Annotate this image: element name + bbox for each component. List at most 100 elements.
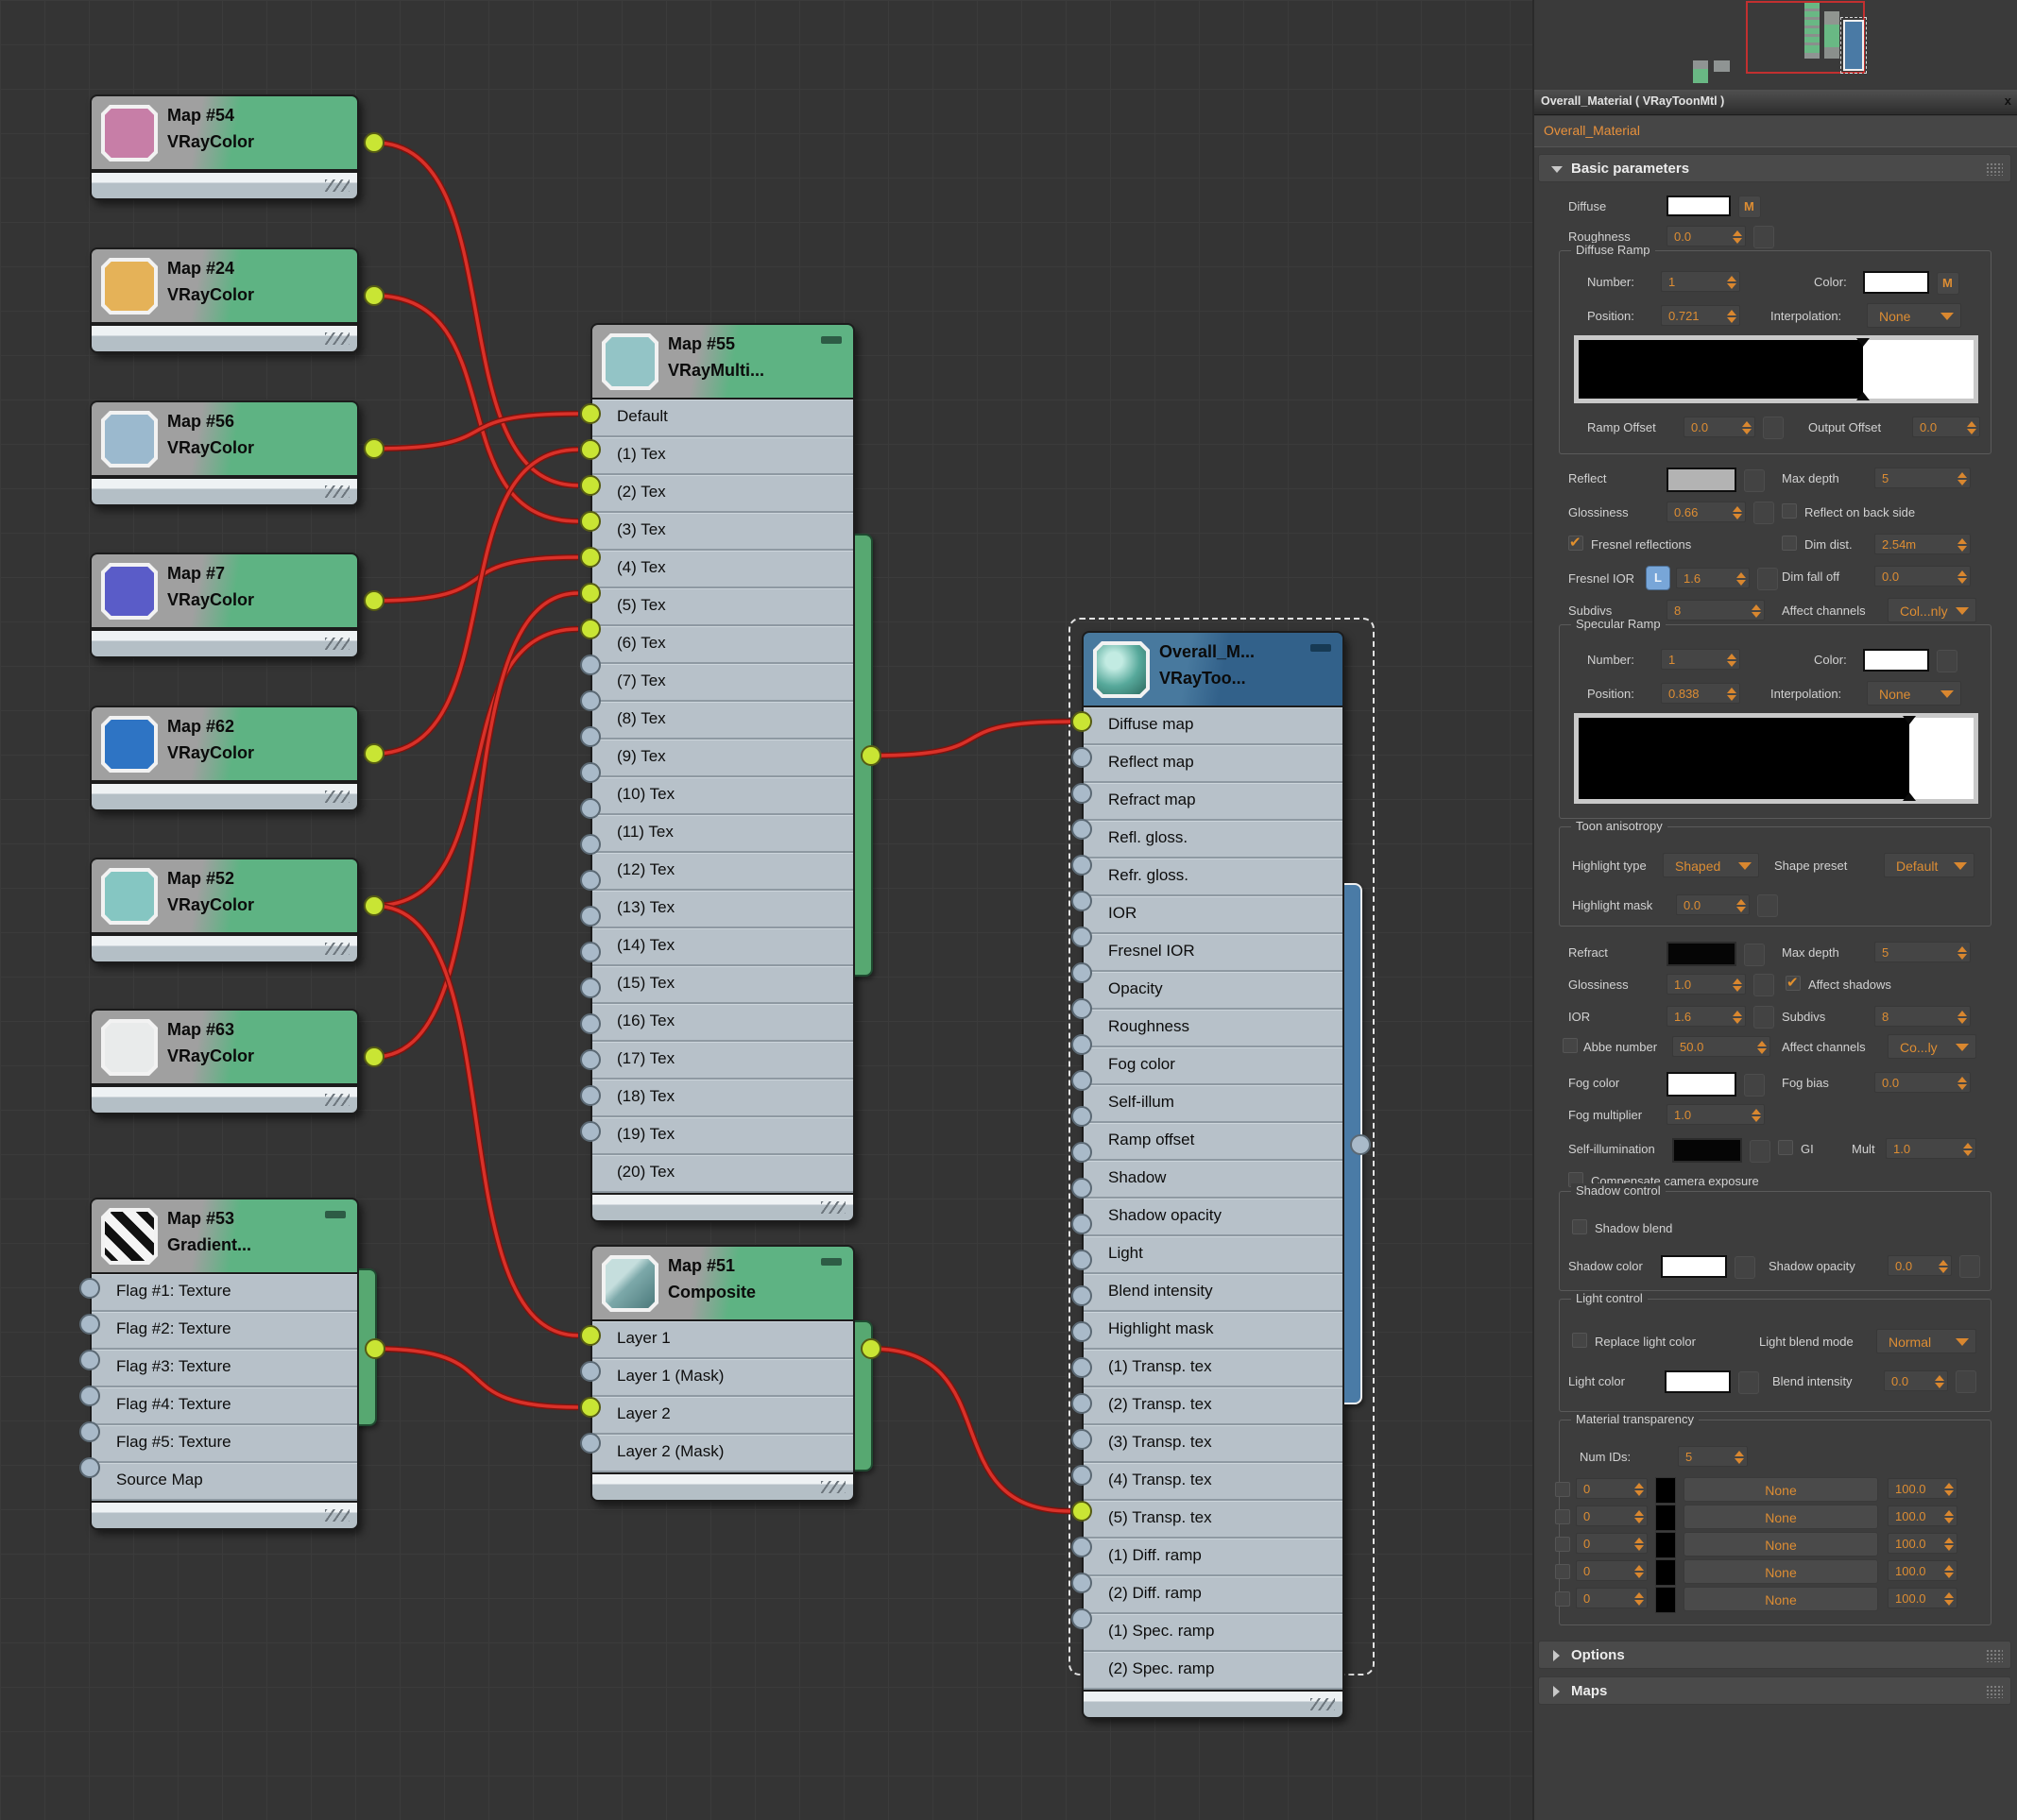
input-socket[interactable]	[580, 583, 601, 604]
node-input-row[interactable]: (18) Tex	[592, 1080, 853, 1117]
node-input-row[interactable]: (4) Tex	[592, 551, 853, 588]
input-socket[interactable]	[1071, 1429, 1092, 1450]
ramp-offset-spinner[interactable]: 0.0	[1684, 417, 1755, 437]
node-resize-bar[interactable]	[590, 1472, 855, 1502]
node-input-row[interactable]: (2) Transp. tex	[1084, 1387, 1342, 1425]
fog-bias-spinner[interactable]: 0.0	[1874, 1072, 1971, 1093]
input-socket[interactable]	[1071, 1250, 1092, 1270]
node-input-row[interactable]: (5) Tex	[592, 588, 853, 626]
node-input-row[interactable]: Refl. gloss.	[1084, 821, 1342, 859]
output-socket[interactable]	[364, 895, 385, 916]
fresnel-ior-map-button[interactable]	[1757, 568, 1778, 590]
node-input-row[interactable]: (4) Transp. tex	[1084, 1463, 1342, 1501]
highlight-mask-spinner[interactable]: 0.0	[1676, 894, 1750, 915]
transparency-color-swatch[interactable]	[1655, 1559, 1676, 1586]
transparency-amount-spinner[interactable]: 100.0	[1888, 1560, 1957, 1581]
transparency-row-checkbox[interactable]	[1555, 1591, 1570, 1607]
input-socket[interactable]	[580, 1325, 601, 1346]
transparency-row-checkbox[interactable]	[1555, 1564, 1570, 1579]
input-socket[interactable]	[1071, 747, 1092, 768]
node-input-row[interactable]: (16) Tex	[592, 1004, 853, 1042]
subdivs-spinner[interactable]: 8	[1667, 600, 1765, 621]
node-vraycolor[interactable]: Map #24VRayColor	[90, 247, 359, 353]
input-socket[interactable]	[1071, 1178, 1092, 1199]
node-input-row[interactable]: Layer 1	[592, 1321, 853, 1359]
roughness-map-button[interactable]	[1753, 226, 1774, 248]
node-input-row[interactable]: Refr. gloss.	[1084, 859, 1342, 896]
fog-color-swatch[interactable]	[1667, 1072, 1736, 1097]
output-socket[interactable]	[364, 590, 385, 611]
node-input-row[interactable]: Shadow opacity	[1084, 1199, 1342, 1236]
node-resize-bar[interactable]	[90, 324, 359, 353]
affect-channels-dropdown[interactable]: Col...nly	[1888, 598, 1976, 622]
reflect-map-button[interactable]	[1744, 469, 1765, 492]
input-socket[interactable]	[580, 762, 601, 783]
shadow-color-map-button[interactable]	[1735, 1256, 1755, 1279]
node-input-row[interactable]: (1) Tex	[592, 437, 853, 475]
input-socket[interactable]	[580, 1433, 601, 1454]
reflect-color-swatch[interactable]	[1667, 468, 1736, 492]
input-socket[interactable]	[580, 547, 601, 568]
fresnel-ior-lock-button[interactable]: L	[1646, 566, 1670, 590]
shape-preset-dropdown[interactable]: Default	[1884, 853, 1974, 877]
rollout-maps[interactable]: Maps	[1538, 1676, 2011, 1705]
refract-map-button[interactable]	[1744, 944, 1765, 966]
close-icon[interactable]: x	[2005, 94, 2011, 108]
resize-grip-icon[interactable]	[325, 1509, 350, 1522]
resize-grip-icon[interactable]	[325, 332, 350, 345]
input-socket[interactable]	[1071, 1393, 1092, 1414]
refract-affect-channels-dropdown[interactable]: Co...ly	[1888, 1034, 1976, 1059]
input-socket[interactable]	[1071, 927, 1092, 947]
node-header[interactable]: Map #7VRayColor	[90, 553, 359, 629]
light-color-swatch[interactable]	[1665, 1370, 1731, 1393]
node-input-row[interactable]: Roughness	[1084, 1010, 1342, 1047]
node-input-row[interactable]: (6) Tex	[592, 626, 853, 664]
ior-map-button[interactable]	[1753, 1006, 1774, 1029]
light-color-map-button[interactable]	[1738, 1371, 1759, 1394]
node-input-row[interactable]: Shadow	[1084, 1161, 1342, 1199]
max-depth-spinner[interactable]: 5	[1874, 468, 1971, 488]
input-socket[interactable]	[580, 475, 601, 496]
node-vraymultisubtex[interactable]: Map #55VRayMulti...Default(1) Tex(2) Tex…	[590, 323, 855, 1222]
transparency-amount-spinner[interactable]: 100.0	[1888, 1505, 1957, 1526]
input-socket[interactable]	[1071, 1321, 1092, 1342]
input-socket[interactable]	[1071, 1573, 1092, 1593]
highlight-mask-map-button[interactable]	[1757, 894, 1778, 917]
output-socket[interactable]	[364, 1046, 385, 1067]
ramp-position-spinner[interactable]: 0.721	[1661, 305, 1740, 326]
node-input-row[interactable]: (2) Tex	[592, 475, 853, 513]
output-socket[interactable]	[364, 132, 385, 153]
fresnel-reflections-checkbox[interactable]	[1568, 536, 1583, 551]
gi-checkbox[interactable]	[1778, 1140, 1793, 1155]
resize-grip-icon[interactable]	[821, 1201, 846, 1214]
input-socket[interactable]	[580, 978, 601, 998]
resize-grip-icon[interactable]	[325, 179, 350, 192]
input-socket[interactable]	[1071, 855, 1092, 876]
input-socket[interactable]	[580, 906, 601, 927]
input-socket[interactable]	[580, 870, 601, 891]
node-input-row[interactable]: (8) Tex	[592, 702, 853, 740]
input-socket[interactable]	[580, 1361, 601, 1382]
input-socket[interactable]	[580, 619, 601, 639]
resize-grip-icon[interactable]	[325, 1094, 350, 1106]
input-socket[interactable]	[580, 1085, 601, 1106]
input-socket[interactable]	[580, 403, 601, 424]
input-socket[interactable]	[580, 1013, 601, 1034]
shadow-opacity-spinner[interactable]: 0.0	[1888, 1255, 1952, 1276]
resize-grip-icon[interactable]	[325, 791, 350, 803]
transparency-amount-spinner[interactable]: 100.0	[1888, 1588, 1957, 1608]
node-resize-bar[interactable]	[90, 477, 359, 506]
transparency-id-spinner[interactable]: 0	[1576, 1560, 1648, 1581]
input-socket[interactable]	[1071, 891, 1092, 911]
material-name-field[interactable]: Overall_Material	[1534, 116, 2017, 147]
fresnel-ior-spinner[interactable]: 1.6	[1676, 568, 1750, 588]
transparency-color-swatch[interactable]	[1655, 1587, 1676, 1613]
node-input-row[interactable]: Highlight mask	[1084, 1312, 1342, 1350]
input-socket[interactable]	[1071, 1106, 1092, 1127]
fog-color-map-button[interactable]	[1744, 1074, 1765, 1097]
node-input-row[interactable]: (3) Transp. tex	[1084, 1425, 1342, 1463]
node-input-row[interactable]: (2) Spec. ramp	[1084, 1652, 1342, 1690]
input-socket[interactable]	[1071, 1285, 1092, 1306]
node-input-row[interactable]: (17) Tex	[592, 1042, 853, 1080]
node-input-row[interactable]: (3) Tex	[592, 513, 853, 551]
